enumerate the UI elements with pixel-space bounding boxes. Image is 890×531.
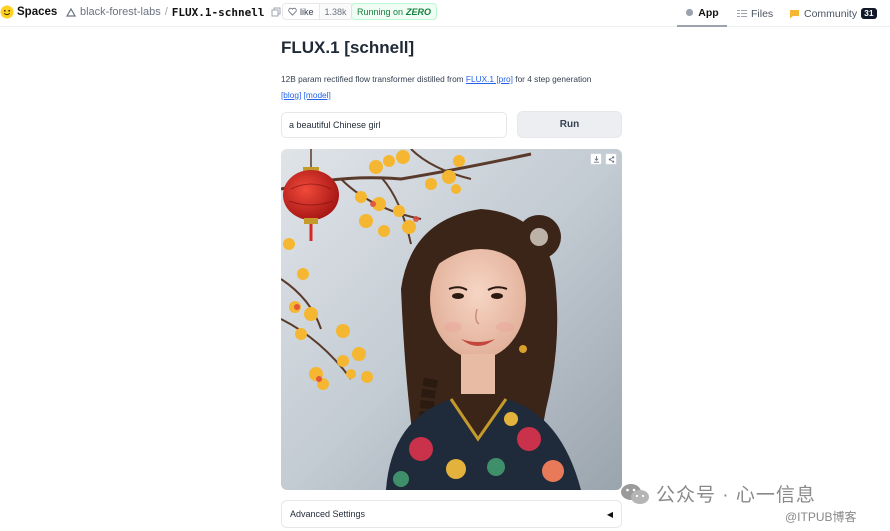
page-title: FLUX.1 [schnell] xyxy=(281,38,415,57)
breadcrumb: black-forest-labs / FLUX.1-schnell xyxy=(66,4,281,20)
generated-image xyxy=(281,149,622,490)
tab-community-label: Community xyxy=(804,7,858,20)
share-icon[interactable] xyxy=(605,153,617,165)
generated-portrait-image xyxy=(281,149,622,490)
files-icon xyxy=(737,10,747,17)
heart-icon xyxy=(288,7,297,16)
running-status-badge: Running on ZERO xyxy=(351,3,438,20)
org-icon xyxy=(66,7,76,17)
prompt-input[interactable]: a beautiful Chinese girl xyxy=(281,112,507,138)
tab-app[interactable]: App xyxy=(677,0,727,27)
spaces-home-link[interactable]: Spaces xyxy=(0,5,57,19)
running-status-prefix: Running on xyxy=(357,6,404,17)
image-toolbar xyxy=(590,153,617,165)
watermark-title: 公众号 · 心一信息 xyxy=(656,485,816,506)
collapse-arrow-icon[interactable]: ◀ xyxy=(607,510,613,519)
flux-pro-link[interactable]: FLUX.1 [pro] xyxy=(466,74,513,84)
blog-link[interactable]: [blog] xyxy=(281,90,301,100)
wechat-icon xyxy=(621,483,649,504)
hardware-label: ZERO xyxy=(406,6,432,17)
like-toggle[interactable]: like xyxy=(283,4,319,19)
itpub-watermark: @ITPUB博客 xyxy=(785,510,857,524)
tab-files-label: Files xyxy=(751,7,774,20)
run-button[interactable]: Run xyxy=(517,111,622,138)
community-icon xyxy=(790,9,799,18)
top-navigation-bar: Spaces black-forest-labs / FLUX.1-schnel… xyxy=(0,0,890,27)
description-text-end: for 4 step generation xyxy=(512,74,592,84)
community-count-badge: 31 xyxy=(861,8,877,19)
description-text: 12B param rectified flow transformer dis… xyxy=(281,74,466,84)
wechat-watermark: 公众号 · 心一信息 xyxy=(620,480,816,507)
spaces-label: Spaces xyxy=(17,6,58,18)
advanced-settings-accordion[interactable]: Advanced Settings ◀ xyxy=(281,500,622,528)
repo-name-link[interactable]: FLUX.1-schnell xyxy=(172,6,265,19)
tab-app-label: App xyxy=(698,6,719,19)
app-description: 12B param rectified flow transformer dis… xyxy=(281,71,626,103)
advanced-settings-label: Advanced Settings xyxy=(290,509,366,519)
tab-files[interactable]: Files xyxy=(737,0,773,27)
tab-community[interactable]: Community 31 xyxy=(789,0,877,27)
like-label: like xyxy=(300,6,314,17)
like-button[interactable]: like 1.38k xyxy=(282,3,353,20)
download-icon[interactable] xyxy=(590,153,602,165)
breadcrumb-separator: / xyxy=(164,6,168,18)
hugging-face-logo-icon xyxy=(0,5,14,19)
app-icon xyxy=(686,8,694,17)
model-link[interactable]: [model] xyxy=(304,90,331,100)
org-link[interactable]: black-forest-labs xyxy=(80,6,161,18)
copy-icon[interactable] xyxy=(271,7,281,17)
like-count[interactable]: 1.38k xyxy=(318,4,352,19)
